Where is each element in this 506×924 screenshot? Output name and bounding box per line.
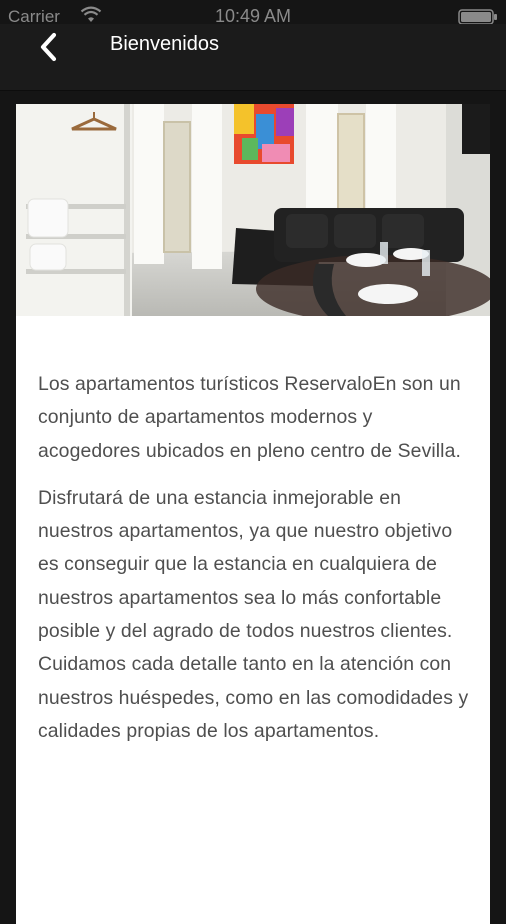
intro-paragraph: Los apartamentos turísticos ReservaloEn …: [38, 373, 461, 462]
apartment-living-room-photo: [16, 104, 490, 316]
chevron-left-icon: [40, 32, 57, 62]
page-title: Bienvenidos: [110, 33, 219, 55]
battery-icon: [458, 9, 497, 25]
navigation-bar: Bienvenidos: [0, 24, 506, 91]
details-paragraph: Disfrutará de una estancia inmejorable e…: [38, 486, 469, 742]
description-text: Los apartamentos turísticos ReservaloEn …: [38, 368, 472, 762]
back-button[interactable]: [34, 30, 74, 70]
content-card: Los apartamentos turísticos ReservaloEn …: [16, 104, 490, 924]
